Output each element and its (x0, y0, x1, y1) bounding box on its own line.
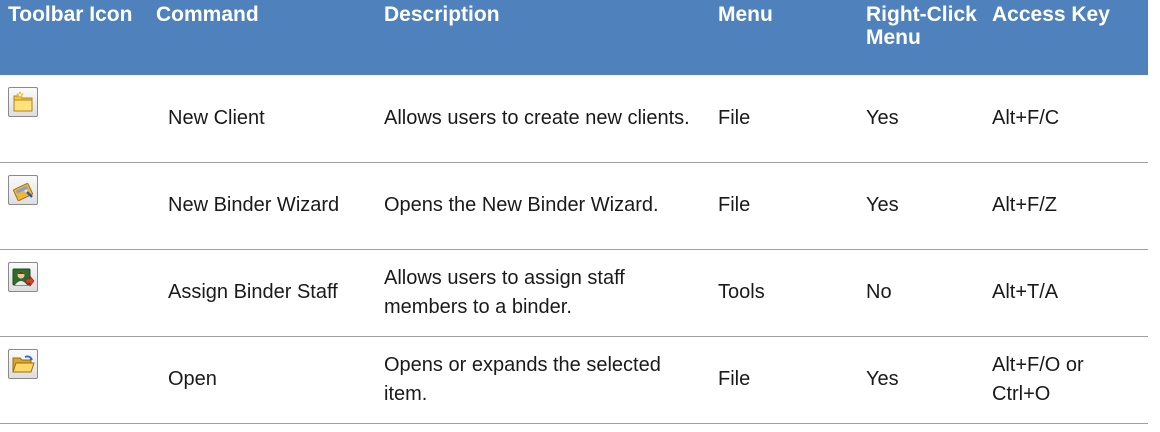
description-cell: Opens or expands the selected item. (376, 336, 710, 424)
header-access-key: Access Key (984, 0, 1148, 75)
header-toolbar-icon: Toolbar Icon (0, 0, 148, 75)
menu-cell: File (710, 336, 858, 424)
header-command: Command (148, 0, 376, 75)
command-cell: New Client (148, 75, 376, 163)
right-click-cell: No (858, 249, 984, 337)
access-key-cell: Alt+F/C (984, 75, 1148, 163)
table-row: Open Opens or expands the selected item.… (0, 336, 1148, 424)
command-cell: New Binder Wizard (148, 162, 376, 250)
command-table: Toolbar Icon Command Description Menu Ri… (0, 0, 1148, 424)
header-description: Description (376, 0, 710, 75)
description-cell: Allows users to create new clients. (376, 75, 710, 163)
right-click-cell: Yes (858, 75, 984, 163)
new-client-folder-icon (8, 87, 38, 117)
description-cell: Allows users to assign staff members to … (376, 249, 710, 337)
menu-cell: File (710, 162, 858, 250)
table-row: New Client Allows users to create new cl… (0, 75, 1148, 163)
command-cell: Assign Binder Staff (148, 249, 376, 337)
header-menu: Menu (710, 0, 858, 75)
access-key-cell: Alt+F/Z (984, 162, 1148, 250)
menu-cell: File (710, 75, 858, 163)
command-cell: Open (148, 336, 376, 424)
table-row: Assign Binder Staff Allows users to assi… (0, 249, 1148, 337)
menu-cell: Tools (710, 249, 858, 337)
header-right-click-menu: Right-Click Menu (858, 0, 984, 75)
access-key-cell: Alt+T/A (984, 249, 1148, 337)
new-binder-wizard-icon (8, 174, 38, 205)
table-row: New Binder Wizard Opens the New Binder W… (0, 162, 1148, 250)
open-folder-icon (8, 348, 38, 379)
right-click-cell: Yes (858, 336, 984, 424)
table-header-row: Toolbar Icon Command Description Menu Ri… (0, 0, 1148, 75)
assign-binder-staff-icon (8, 261, 38, 292)
description-cell: Opens the New Binder Wizard. (376, 162, 710, 250)
right-click-cell: Yes (858, 162, 984, 250)
access-key-cell: Alt+F/O or Ctrl+O (984, 336, 1148, 424)
